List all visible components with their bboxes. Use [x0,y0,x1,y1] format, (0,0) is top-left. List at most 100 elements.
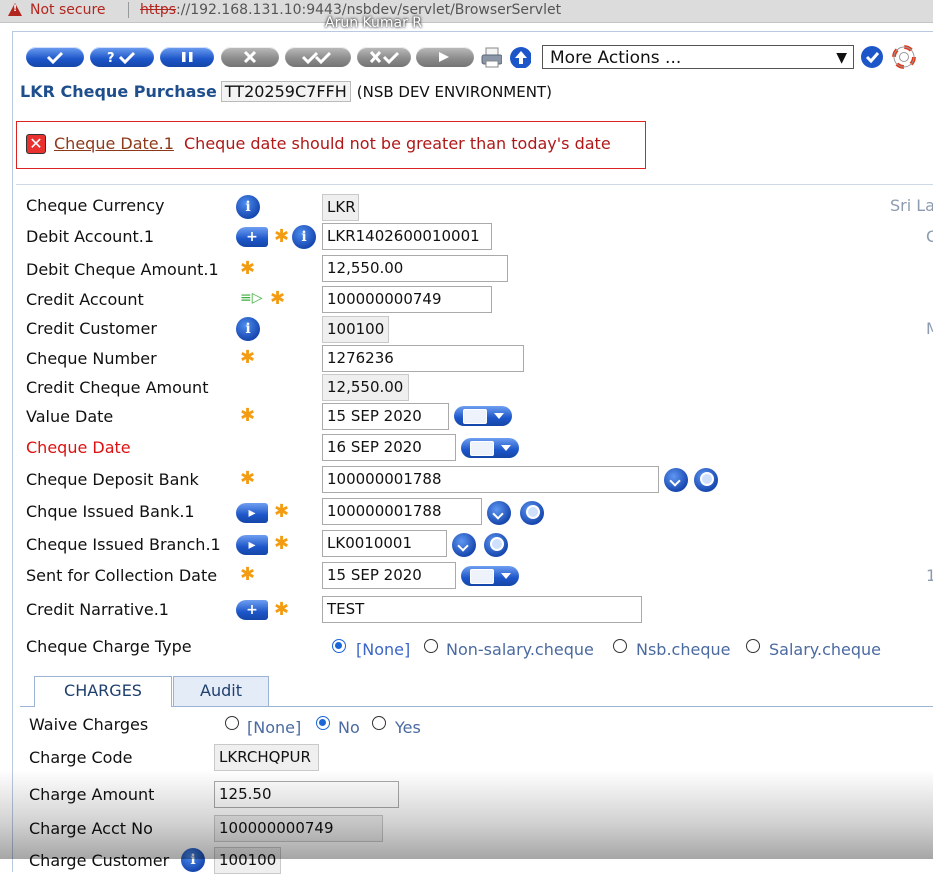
next-button[interactable] [416,47,474,67]
error-message: Cheque date should not be greater than t… [184,134,611,153]
charge-acct-no-label: Charge Acct No [29,819,153,838]
required-star-icon: ✱ [270,288,286,309]
error-message-box: ✕ Cheque Date.1 Cheque date should not b… [16,121,646,169]
credit-account-input[interactable]: 100000000749 [322,286,492,313]
drilldown-arrow-icon[interactable]: ≡▷ [240,290,263,306]
svg-text:?: ? [107,51,115,66]
go-action-button[interactable] [860,45,884,69]
reverse-button[interactable] [357,47,411,67]
required-star-icon: ✱ [274,533,290,554]
tab-audit[interactable]: Audit [173,676,269,706]
calendar-icon[interactable] [461,566,519,586]
browser-address-bar[interactable]: Not secure https://192.168.131.10:9443/n… [0,0,933,23]
credit-customer-enrichment: M [926,319,933,338]
error-field-link[interactable]: Cheque Date.1 [54,134,174,153]
value-date-input[interactable]: 15 SEP 2020 [322,403,449,430]
credit-cheque-amount-label: Credit Cheque Amount [26,378,209,397]
debit-account-enrichment: C [926,227,933,246]
security-label[interactable]: Not secure [30,2,106,18]
radio-non-salary-cheque[interactable] [424,639,438,653]
chevron-down-icon: ▼ [836,50,847,66]
charge-code-label: Charge Code [29,748,133,767]
info-icon[interactable]: i [236,317,260,341]
hold-button[interactable] [160,47,214,67]
more-actions-select[interactable]: More Actions ... ▼ [542,45,854,69]
radio-label-waive-none: [None] [247,718,302,737]
debit-account-label: Debit Account.1 [26,227,154,246]
required-star-icon: ✱ [240,564,256,585]
cheque-currency-enrichment: Sri La [890,196,933,215]
radio-label-none: [None] [356,640,411,659]
authorise-button[interactable] [285,47,351,67]
required-star-icon: ✱ [240,468,256,489]
expand-plus-button[interactable]: + [236,227,268,247]
cheque-number-input[interactable]: 1276236 [322,345,524,372]
dropdown-icon[interactable] [487,501,511,525]
charge-amount-input[interactable]: 125.50 [214,781,399,808]
info-icon[interactable]: i [181,848,205,872]
radio-waive-yes[interactable] [372,716,386,730]
radio-label-salary-cheque: Salary.cheque [769,640,881,659]
charge-amount-label: Charge Amount [29,785,155,804]
commit-button[interactable] [26,47,84,67]
cheque-issued-branch-input[interactable]: LK0010001 [322,530,447,557]
expand-plus-button[interactable]: + [236,600,268,620]
dropdown-icon[interactable] [452,533,476,557]
page-title: LKR Cheque Purchase TT20259C7FFH (NSB DEV … [20,81,552,102]
debit-cheque-amount-label: Debit Cheque Amount.1 [26,260,219,279]
waive-charges-label: Waive Charges [29,715,149,734]
radio-salary-cheque[interactable] [746,639,760,653]
address-separator [128,2,129,18]
required-star-icon: ✱ [274,226,290,247]
charge-customer-value: 100100 [214,847,281,874]
radio-none[interactable] [332,639,346,653]
cheque-date-label: Cheque Date [26,438,131,457]
info-icon[interactable]: i [236,195,260,219]
arrow-right-icon [439,52,449,62]
credit-narrative-label: Credit Narrative.1 [26,600,169,619]
credit-narrative-input[interactable]: TEST [322,596,642,623]
charge-customer-label: Charge Customer [29,851,170,870]
tab-charges[interactable]: CHARGES [34,676,172,707]
calendar-icon[interactable] [454,406,512,426]
expand-arrow-button[interactable]: ▸ [236,535,268,555]
search-icon[interactable] [484,533,508,557]
user-name-overlay: Arun Kumar R [325,15,423,31]
cross-icon [243,50,257,64]
cheque-issued-bank-input[interactable]: 100000001788 [322,498,482,525]
debit-cheque-amount-input[interactable]: 12,550.00 [322,255,508,282]
cheque-deposit-bank-label: Cheque Deposit Bank [26,470,199,489]
check-icon [46,51,64,65]
double-check-icon [301,51,332,65]
cheque-date-input[interactable]: 16 SEP 2020 [322,434,456,461]
delete-button[interactable] [221,47,279,67]
help-lifebuoy-icon[interactable] [892,45,916,69]
radio-waive-none[interactable] [225,716,239,730]
cheque-charge-type-label: Cheque Charge Type [26,637,192,656]
cross-check-icon [369,50,400,65]
search-icon[interactable] [694,468,718,492]
url-scheme: https [140,2,177,18]
dropdown-icon[interactable] [664,468,688,492]
print-icon[interactable] [480,46,502,68]
cheque-currency-value: LKR [322,194,359,221]
screen-title: LKR Cheque Purchase [20,82,217,101]
required-star-icon: ✱ [274,501,290,522]
radio-waive-no[interactable] [316,716,330,730]
sent-for-collection-date-label: Sent for Collection Date [26,566,218,585]
section-divider [16,184,933,185]
info-icon[interactable]: i [292,225,316,249]
validate-button[interactable]: ? [90,47,154,67]
error-icon: ✕ [26,134,46,154]
environment-label: (NSB DEV ENVIRONMENT) [356,83,552,101]
transaction-id: TT20259C7FFH [220,81,351,102]
radio-nsb-cheque[interactable] [613,639,627,653]
cheque-deposit-bank-input[interactable]: 100000001788 [322,466,659,493]
debit-account-input[interactable]: LKR1402600010001 [322,223,492,250]
sent-for-collection-date-input[interactable]: 15 SEP 2020 [322,562,456,589]
expand-arrow-button[interactable]: ▸ [236,503,268,523]
required-star-icon: ✱ [274,599,290,620]
upload-icon[interactable] [509,46,531,68]
search-icon[interactable] [520,501,544,525]
calendar-icon[interactable] [461,438,519,458]
